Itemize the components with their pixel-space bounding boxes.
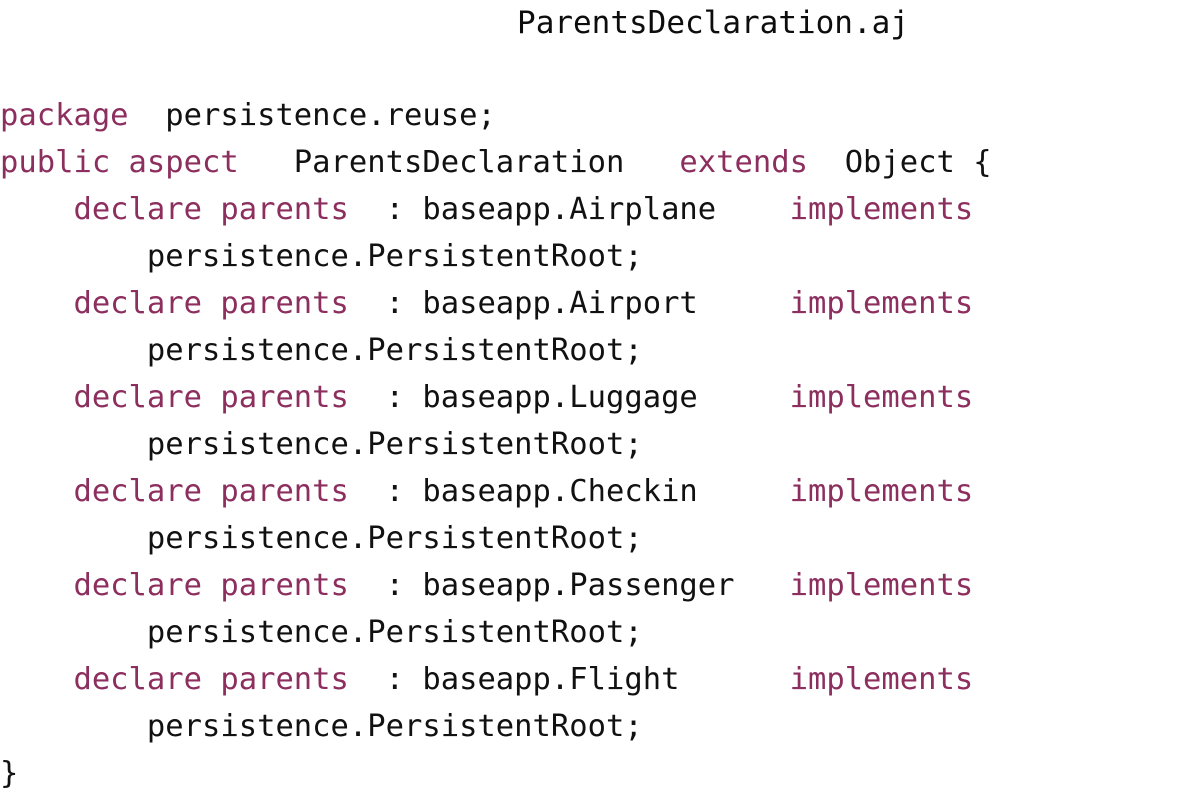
source-file-name: ParentsDeclaration.aj [517, 5, 909, 41]
code-text: Object { [807, 145, 992, 180]
code-text: ParentsDeclaration [238, 145, 680, 180]
code-text: persistence.reuse; [128, 98, 496, 133]
code-keyword: declare parents [73, 192, 349, 227]
code-line: persistence.PersistentRoot; [0, 515, 1200, 562]
code-line: persistence.PersistentRoot; [0, 233, 1200, 280]
code-text: } [0, 756, 19, 791]
code-keyword: declare parents [73, 380, 349, 415]
code-keyword: declare parents [73, 286, 349, 321]
code-keyword: implements [789, 474, 974, 509]
code-keyword: implements [789, 192, 974, 227]
code-line: declare parents : baseapp.Luggage implem… [0, 374, 1200, 421]
code-line: persistence.PersistentRoot; [0, 703, 1200, 750]
code-keyword: implements [789, 380, 974, 415]
code-keyword: package [0, 98, 129, 133]
code-keyword: implements [789, 568, 974, 603]
code-text: : baseapp.Checkin [348, 474, 790, 509]
code-keyword: public aspect [0, 145, 239, 180]
code-text: : baseapp.Passenger [348, 568, 790, 603]
code-line: persistence.PersistentRoot; [0, 421, 1200, 468]
code-keyword: extends [679, 145, 808, 180]
code-keyword: declare parents [73, 662, 349, 697]
code-keyword: implements [789, 662, 974, 697]
code-keyword: declare parents [73, 568, 349, 603]
code-text: persistence.PersistentRoot; [0, 239, 643, 274]
code-text: persistence.PersistentRoot; [0, 615, 643, 650]
code-line: persistence.PersistentRoot; [0, 327, 1200, 374]
code-line: declare parents : baseapp.Passenger impl… [0, 562, 1200, 609]
code-line: public aspect ParentsDeclaration extends… [0, 139, 1200, 186]
code-keyword: declare parents [73, 474, 349, 509]
code-text: persistence.PersistentRoot; [0, 333, 643, 368]
code-text: persistence.PersistentRoot; [0, 521, 643, 556]
code-line: package persistence.reuse; [0, 92, 1200, 139]
code-keyword: implements [789, 286, 974, 321]
code-line: declare parents : baseapp.Airplane imple… [0, 186, 1200, 233]
code-text: : baseapp.Flight [348, 662, 790, 697]
code-line: declare parents : baseapp.Checkin implem… [0, 468, 1200, 515]
code-line: declare parents : baseapp.Airport implem… [0, 280, 1200, 327]
code-text: : baseapp.Airplane [348, 192, 790, 227]
source-code-block: package persistence.reuse; public aspect … [0, 92, 1200, 797]
code-text: persistence.PersistentRoot; [0, 427, 643, 462]
code-line: } [0, 750, 1200, 797]
code-text: persistence.PersistentRoot; [0, 709, 643, 744]
code-listing-figure: ParentsDeclaration.aj package persistenc… [0, 0, 1200, 791]
figure-title-bar: ParentsDeclaration.aj [0, 0, 1200, 46]
code-line: declare parents : baseapp.Flight impleme… [0, 656, 1200, 703]
code-text: : baseapp.Airport [348, 286, 790, 321]
code-line: persistence.PersistentRoot; [0, 609, 1200, 656]
code-text: : baseapp.Luggage [348, 380, 790, 415]
